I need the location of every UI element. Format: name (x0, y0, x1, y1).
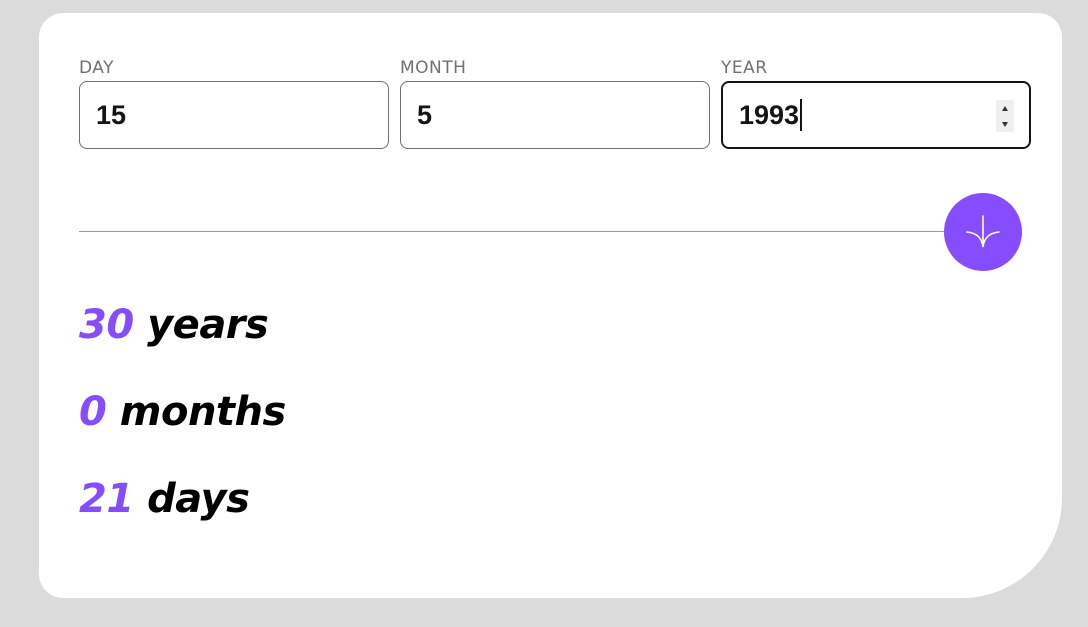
year-input[interactable]: 1993 (721, 81, 1031, 149)
year-field: YEAR 1993 (721, 57, 1031, 149)
result-years: 30 years (79, 301, 269, 349)
year-spinner[interactable] (996, 100, 1014, 132)
month-label: MONTH (400, 58, 467, 78)
spin-up-icon[interactable] (1002, 105, 1008, 111)
days-value: 21 (79, 476, 134, 522)
day-field: DAY 15 (79, 57, 389, 149)
spin-down-icon[interactable] (1002, 121, 1008, 127)
days-unit: days (147, 476, 250, 522)
day-input-value: 15 (96, 99, 127, 130)
result-days: 21 days (79, 475, 250, 523)
submit-button[interactable] (944, 193, 1022, 271)
year-label: YEAR (721, 58, 768, 78)
month-field: MONTH 5 (400, 57, 710, 149)
years-value: 30 (79, 302, 134, 348)
months-unit: months (119, 389, 287, 435)
month-input[interactable]: 5 (400, 81, 710, 149)
divider (79, 231, 949, 232)
months-value: 0 (79, 389, 107, 435)
month-input-value: 5 (417, 99, 433, 130)
age-calculator-card: DAY 15 MONTH 5 YEAR 1993 30 years 0 mont… (39, 13, 1062, 598)
day-input[interactable]: 15 (79, 81, 389, 149)
day-label: DAY (79, 58, 114, 78)
result-months: 0 months (79, 388, 286, 436)
year-input-value: 1993 (739, 99, 800, 130)
text-caret (800, 99, 803, 131)
years-unit: years (147, 302, 269, 348)
arrow-down-icon (966, 215, 1000, 248)
